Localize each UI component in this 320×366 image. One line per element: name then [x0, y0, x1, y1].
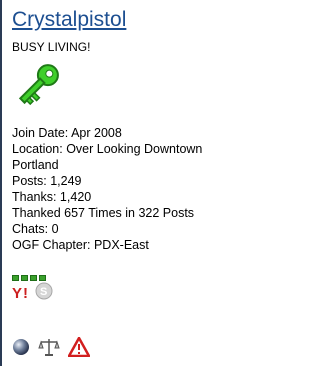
chapter: OGF Chapter: PDX-East [12, 238, 149, 252]
location-line-1: Location: Over Looking Downtown [12, 142, 203, 156]
report-post-icon[interactable] [38, 336, 60, 363]
thanked-count: Thanked 657 Times in 322 Posts [12, 206, 195, 220]
svg-text:Y: Y [12, 285, 22, 301]
online-status-icon [12, 338, 30, 361]
green-key-icon [12, 59, 64, 111]
svg-text:!: ! [23, 285, 28, 301]
location-line-2: Portland [12, 158, 59, 172]
thanks-count: Thanks: 1,420 [12, 190, 92, 204]
yahoo-im-icon[interactable]: Y ! [12, 281, 32, 306]
user-title: BUSY LIVING! [12, 40, 91, 54]
post-action-icons [12, 336, 91, 363]
posts-count: Posts: 1,249 [12, 174, 82, 188]
chats-count: Chats: 0 [12, 222, 59, 236]
user-stats: Join Date: Apr 2008 Location: Over Looki… [12, 125, 276, 253]
skype-im-icon[interactable]: S [34, 281, 54, 306]
svg-text:S: S [40, 286, 47, 298]
im-icons: Y ! S [12, 281, 54, 306]
join-date: Join Date: Apr 2008 [12, 126, 122, 140]
username-link[interactable]: Crystalpistol [12, 8, 126, 32]
warning-icon[interactable] [67, 336, 91, 362]
